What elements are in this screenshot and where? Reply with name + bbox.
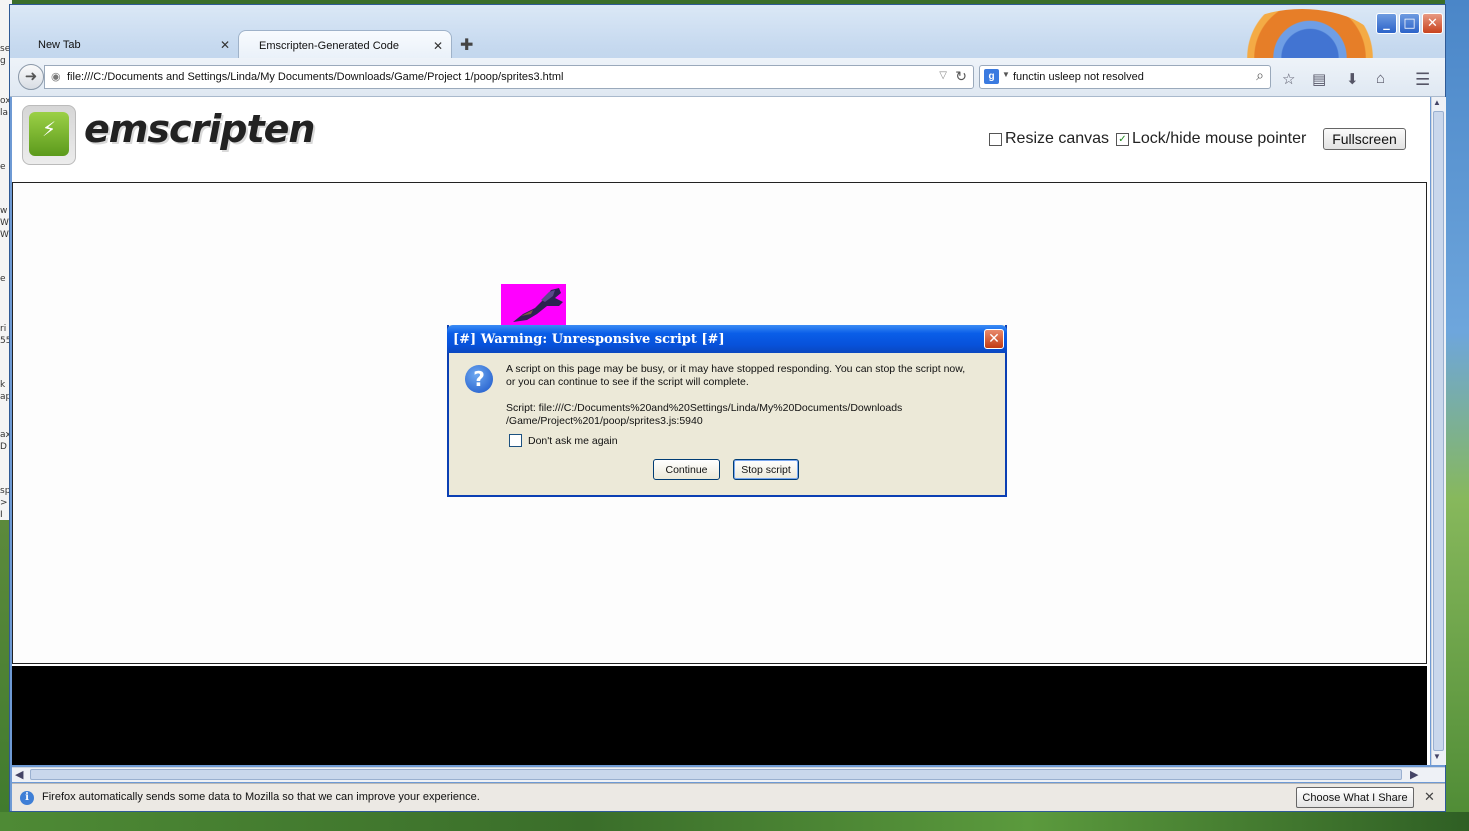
horizontal-scroll-thumb[interactable]: [30, 769, 1402, 780]
choose-what-i-share-button[interactable]: Choose What I Share: [1296, 787, 1414, 808]
scroll-up-icon[interactable]: ▲: [1433, 98, 1441, 107]
dialog-title-text: [#] Warning: Unresponsive script [#]: [453, 332, 725, 347]
tab-emscripten[interactable]: Emscripten-Generated Code ✕: [238, 30, 452, 58]
tab-close-icon[interactable]: ✕: [433, 39, 443, 53]
dialog-close-icon[interactable]: ✕: [984, 329, 1004, 349]
lock-pointer-option[interactable]: ✓ Lock/hide mouse pointer: [1116, 130, 1306, 148]
stop-script-button[interactable]: Stop script: [733, 459, 799, 480]
dialog-script-path: Script: file:///C:/Documents%20and%20Set…: [506, 402, 996, 428]
vertical-scroll-thumb[interactable]: [1433, 111, 1444, 751]
dialog-script-line: Script: file:///C:/Documents%20and%20Set…: [506, 402, 903, 414]
resize-canvas-option[interactable]: Resize canvas: [989, 130, 1109, 148]
vertical-scrollbar[interactable]: ▲ ▼: [1431, 97, 1446, 765]
bookmark-star-icon[interactable]: ☆: [1282, 70, 1295, 88]
globe-icon: ◉: [51, 71, 61, 83]
lock-pointer-checkbox[interactable]: ✓: [1116, 132, 1129, 146]
tab-label: Emscripten-Generated Code: [259, 40, 400, 52]
continue-button[interactable]: Continue: [653, 459, 720, 480]
window-controls: _ □ ✕: [1376, 13, 1443, 34]
bookmarks-list-icon[interactable]: ▤: [1312, 70, 1326, 88]
dont-ask-checkbox[interactable]: [509, 434, 522, 447]
scroll-right-icon[interactable]: ▶: [1410, 768, 1418, 781]
navigation-toolbar: ➜ ◉ ▽ ↻ g ▼ ⌕ ☆ ▤ ⬇ ⌂ ☰: [10, 58, 1445, 97]
dialog-message-line: or you can continue to see if the script…: [506, 376, 749, 388]
scroll-down-icon[interactable]: ▼: [1433, 752, 1441, 761]
new-tab-plus-icon[interactable]: ✚: [460, 35, 473, 55]
tab-label: New Tab: [38, 39, 81, 51]
question-icon: ?: [465, 365, 493, 393]
unresponsive-script-dialog: [#] Warning: Unresponsive script [#] ✕ ?…: [447, 325, 1007, 497]
dont-ask-label: Don't ask me again: [528, 434, 618, 447]
horizontal-scrollbar[interactable]: ◀ ▶: [12, 767, 1445, 782]
search-input[interactable]: [1013, 68, 1233, 86]
lightning-icon: ⚡: [29, 112, 69, 156]
history-dropdown-icon[interactable]: ▽: [939, 70, 947, 81]
url-bar[interactable]: ◉ ▽ ↻: [44, 65, 974, 89]
downloads-icon[interactable]: ⬇: [1346, 70, 1359, 88]
tab-new-tab[interactable]: New Tab ✕: [18, 30, 238, 58]
dialog-message: A script on this page may be busy, or it…: [506, 363, 996, 389]
fullscreen-button[interactable]: Fullscreen: [1323, 128, 1406, 150]
notification-bar: i Firefox automatically sends some data …: [12, 783, 1445, 811]
dialog-title: [#] Warning: Unresponsive script [#] ✕: [447, 325, 1007, 353]
sprite-image: [501, 284, 566, 327]
dont-ask-option[interactable]: Don't ask me again: [509, 434, 618, 447]
search-icon[interactable]: ⌕: [1256, 67, 1264, 84]
dialog-script-line: /Game/Project%201/poop/sprites3.js:5940: [506, 415, 703, 427]
resize-canvas-label: Resize canvas: [1005, 130, 1110, 147]
back-arrow-icon[interactable]: ➜: [18, 64, 44, 90]
google-icon[interactable]: g: [984, 69, 999, 84]
logo-text: emscripten: [84, 107, 315, 151]
window-close-icon[interactable]: ✕: [1422, 13, 1443, 34]
notification-close-icon[interactable]: ✕: [1424, 789, 1435, 805]
output-console: [12, 666, 1427, 765]
desktop-background-right: [1445, 0, 1469, 831]
url-input[interactable]: [67, 68, 907, 86]
tab-close-icon[interactable]: ✕: [220, 38, 230, 52]
home-icon[interactable]: ⌂: [1376, 70, 1385, 87]
minimize-icon[interactable]: _: [1376, 13, 1397, 34]
lock-pointer-label: Lock/hide mouse pointer: [1132, 130, 1307, 147]
dialog-message-line: A script on this page may be busy, or it…: [506, 363, 966, 375]
scroll-left-icon[interactable]: ◀: [15, 768, 23, 781]
menu-icon[interactable]: ☰: [1415, 70, 1430, 90]
info-icon: i: [20, 791, 34, 805]
desktop-background-bottom: [0, 812, 1469, 831]
resize-canvas-checkbox[interactable]: [989, 132, 1002, 146]
reload-icon[interactable]: ↻: [955, 68, 967, 85]
engine-dropdown-icon[interactable]: ▼: [1002, 70, 1010, 79]
emscripten-logo-icon: ⚡: [22, 105, 76, 165]
notification-message: Firefox automatically sends some data to…: [42, 791, 480, 803]
maximize-icon[interactable]: □: [1399, 13, 1420, 34]
search-bar[interactable]: g ▼ ⌕: [979, 65, 1271, 89]
